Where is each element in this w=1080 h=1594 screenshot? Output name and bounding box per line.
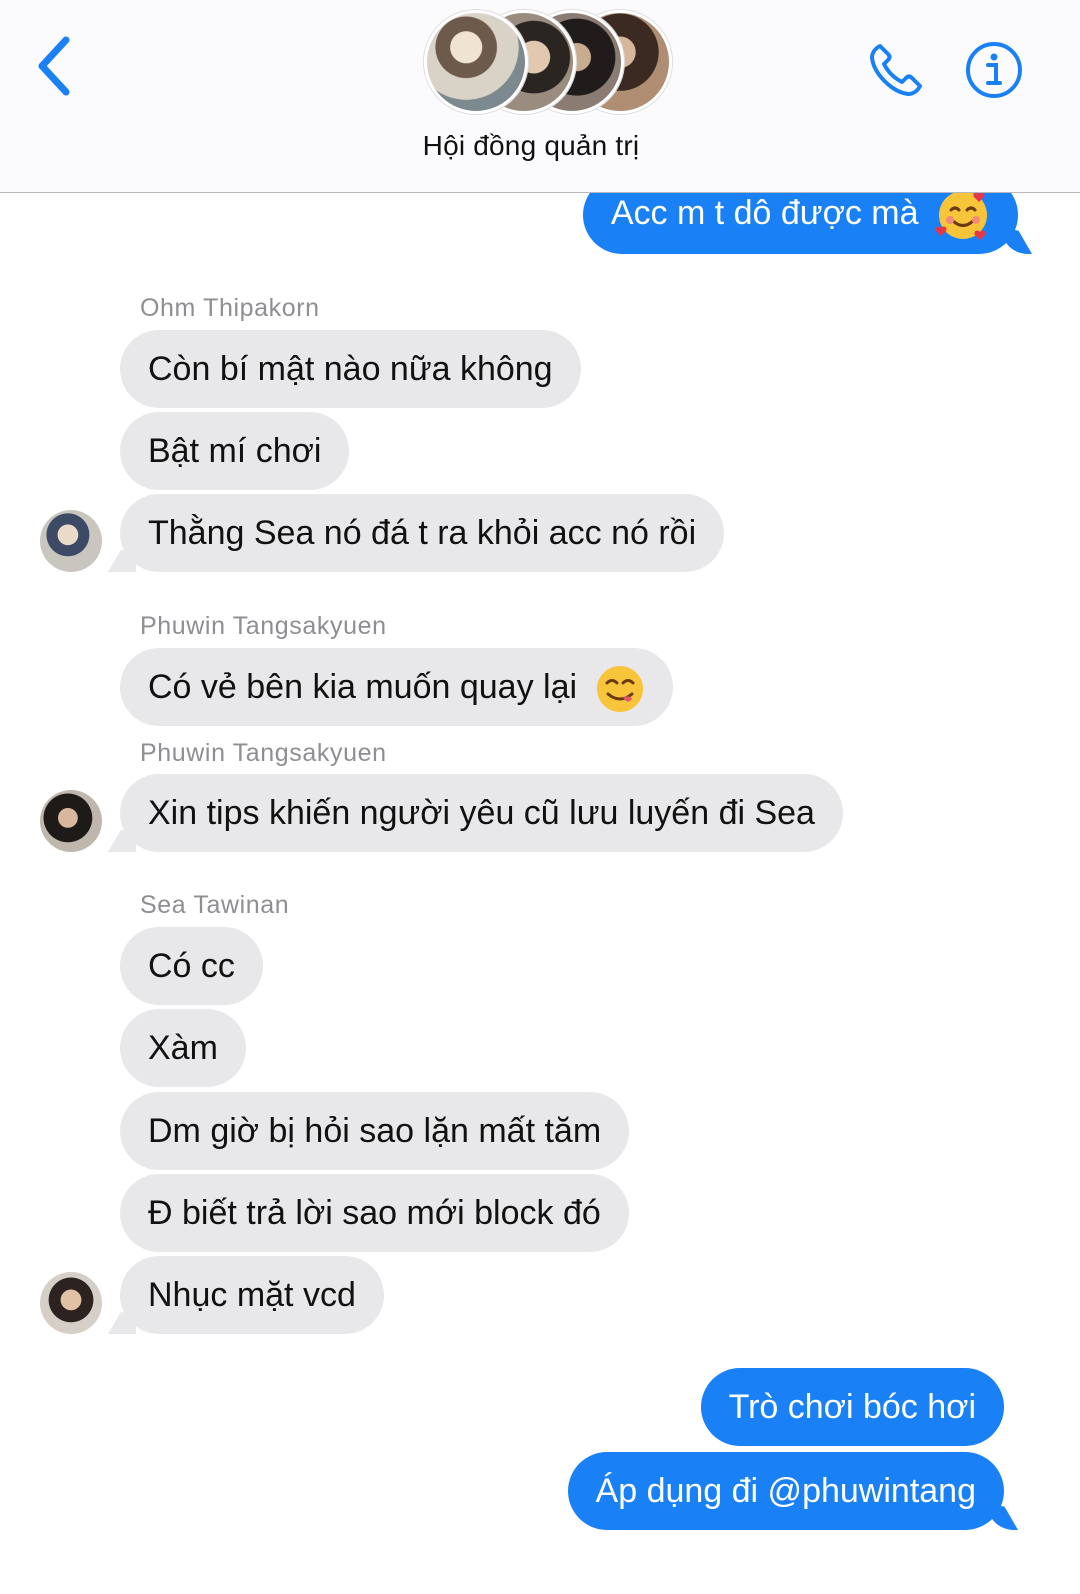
face-savoring-food-icon xyxy=(596,666,643,713)
message-text: Đ biết trả lời sao mới block đó xyxy=(148,1194,601,1232)
message-text: Bật mí chơi xyxy=(148,432,322,470)
smiling-face-with-hearts-icon xyxy=(936,191,987,241)
info-icon xyxy=(966,42,1022,98)
message-text: Áp dụng đi @phuwintang xyxy=(595,1472,976,1510)
sender-name: Phuwin Tangsakyuen xyxy=(140,612,387,640)
message-bubble-incoming[interactable]: Bật mí chơi xyxy=(120,412,350,490)
avatar xyxy=(424,10,528,114)
sender-name: Phuwin Tangsakyuen xyxy=(140,739,387,767)
group-title[interactable]: Hội đồng quản trị xyxy=(0,130,1062,162)
info-button[interactable] xyxy=(964,40,1024,100)
sender-name: Ohm Thipakorn xyxy=(140,294,320,322)
message-text: Xin tips khiến người yêu cũ lưu luyến đi… xyxy=(148,794,815,832)
message-text: Còn bí mật nào nữa không xyxy=(148,350,553,388)
message-bubble-outgoing[interactable]: Áp dụng đi @phuwintang xyxy=(567,1452,1004,1530)
back-button[interactable] xyxy=(30,34,80,98)
avatar[interactable] xyxy=(40,510,102,572)
message-text: Thằng Sea nó đá t ra khỏi acc nó rồi xyxy=(148,514,697,552)
message-bubble-incoming[interactable]: Có vẻ bên kia muốn quay lại xyxy=(120,648,673,726)
group-avatar-stack[interactable] xyxy=(424,10,672,114)
message-bubble-outgoing[interactable]: Trò chơi bóc hơi xyxy=(700,1368,1004,1446)
message-text: Có cc xyxy=(148,947,235,985)
message-text: Trò chơi bóc hơi xyxy=(728,1388,976,1426)
call-button[interactable] xyxy=(866,40,926,100)
message-bubble-incoming[interactable]: Còn bí mật nào nữa không xyxy=(120,330,581,408)
message-text: Có vẻ bên kia muốn quay lại xyxy=(148,668,578,706)
avatar[interactable] xyxy=(40,1272,102,1334)
message-text: Acc m t dô được mà xyxy=(610,194,919,232)
chevron-left-icon xyxy=(38,36,70,96)
message-bubble-incoming[interactable]: Thằng Sea nó đá t ra khỏi acc nó rồi xyxy=(120,494,725,572)
message-bubble-incoming[interactable]: Dm giờ bị hỏi sao lặn mất tăm xyxy=(120,1092,630,1170)
sender-name: Sea Tawinan xyxy=(140,891,290,919)
chat-header: Hội đồng quản trị xyxy=(0,0,1080,193)
message-text: Nhục mặt vcd xyxy=(148,1276,356,1314)
message-bubble-incoming[interactable]: Nhục mặt vcd xyxy=(120,1256,384,1334)
message-bubble-incoming[interactable]: Xàm xyxy=(120,1009,246,1087)
avatar[interactable] xyxy=(40,790,102,852)
message-text: Dm giờ bị hỏi sao lặn mất tăm xyxy=(148,1112,602,1150)
message-bubble-incoming[interactable]: Xin tips khiến người yêu cũ lưu luyến đi… xyxy=(120,774,843,852)
message-bubble-incoming[interactable]: Đ biết trả lời sao mới block đó xyxy=(120,1174,629,1252)
message-text: Xàm xyxy=(148,1029,218,1067)
phone-icon xyxy=(870,44,922,96)
message-bubble-incoming[interactable]: Có cc xyxy=(120,927,263,1005)
